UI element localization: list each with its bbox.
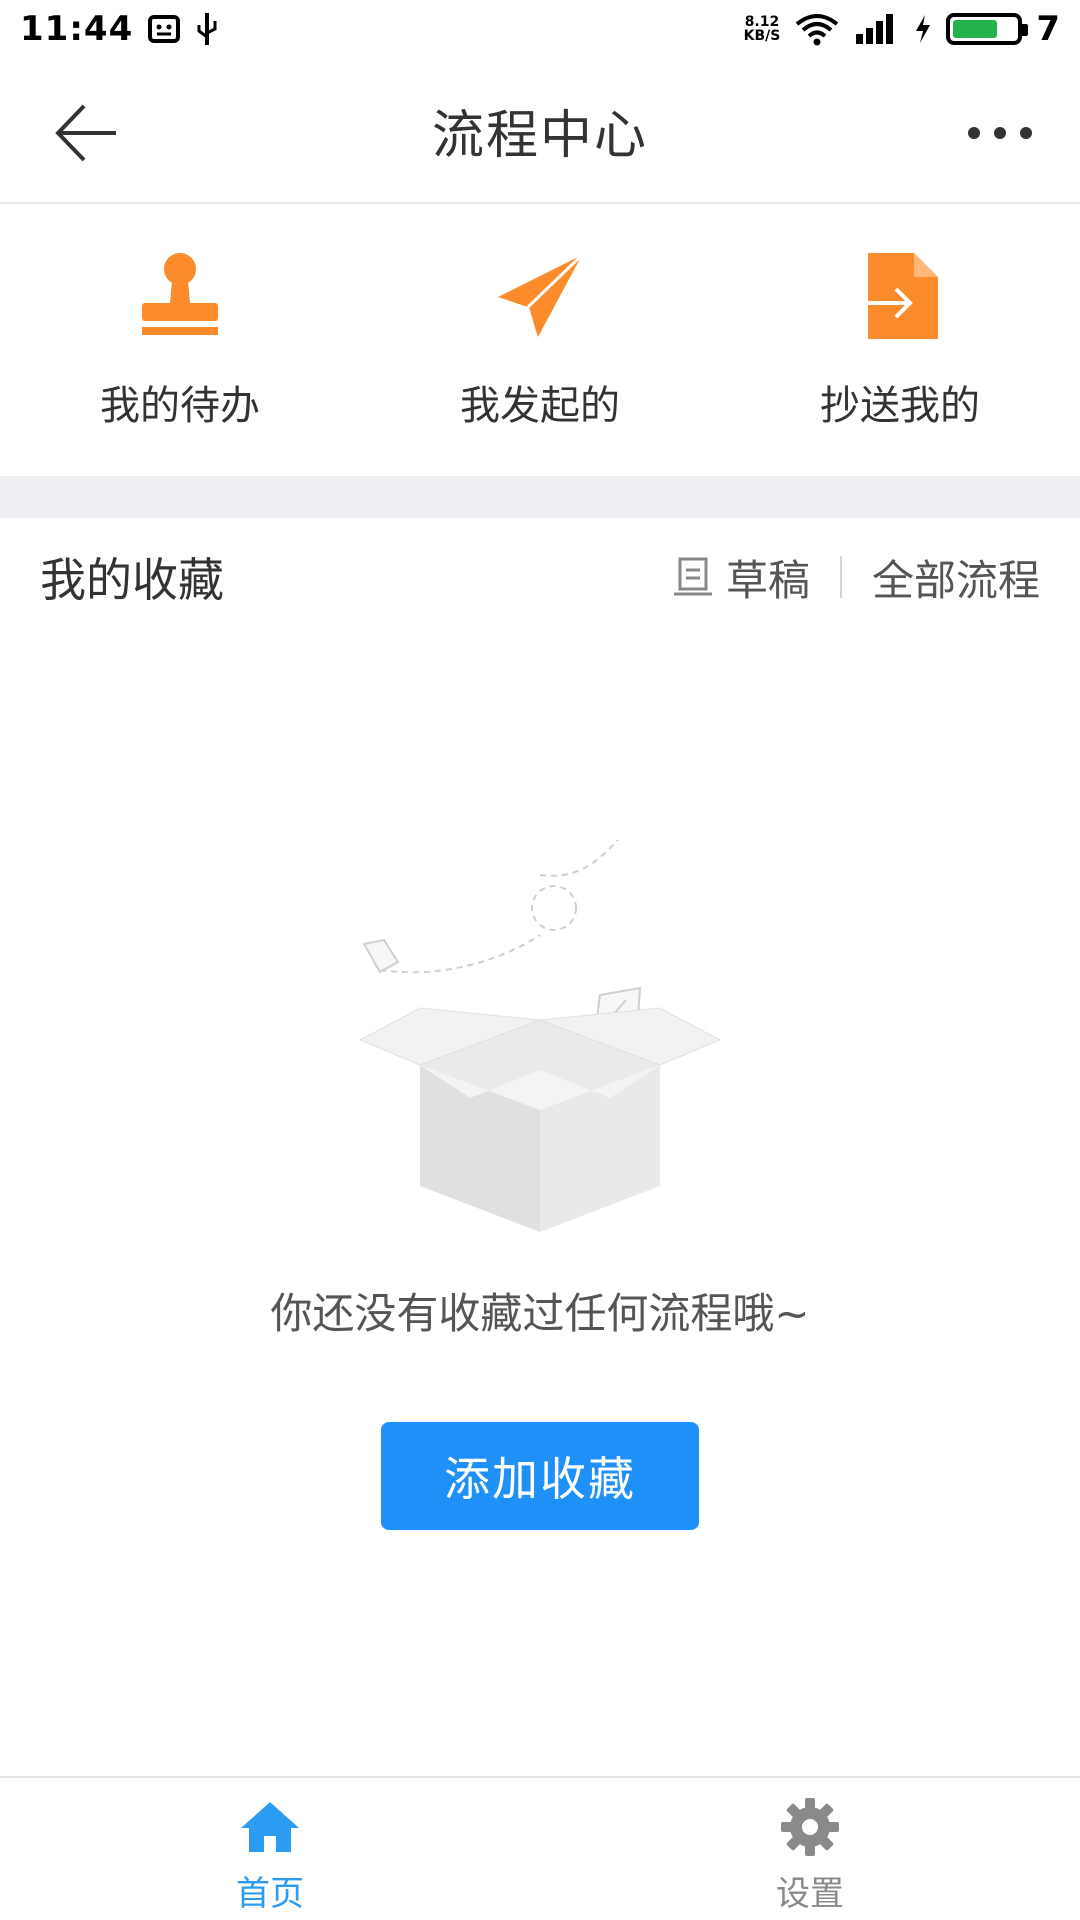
- page-title: 流程中心: [431, 105, 648, 166]
- back-arrow-icon: [55, 104, 116, 162]
- document-forward-icon: [858, 253, 938, 339]
- more-dots-icon: [1020, 127, 1032, 139]
- drafts-link[interactable]: 草稿: [672, 547, 810, 608]
- draft-icon: [673, 557, 712, 596]
- nav-label-home: 首页: [236, 1874, 304, 1914]
- battery-icon: [946, 13, 1029, 45]
- quick-entries: 我的待办 我发起的 抄送我的: [0, 204, 1080, 476]
- quick-entry-cc-me[interactable]: 抄送我的: [750, 249, 1050, 431]
- net-speed-unit: KB/S: [743, 28, 781, 44]
- signal-icon: [856, 14, 894, 44]
- wifi-icon: [796, 14, 839, 46]
- section-divider: [0, 476, 1080, 518]
- more-dots-icon: [994, 127, 1006, 139]
- nav-item-home[interactable]: 首页: [0, 1778, 540, 1920]
- stamp-icon: [142, 253, 218, 335]
- quick-entry-label: 我的待办: [100, 383, 260, 429]
- empty-state-text: 你还没有收藏过任何流程哦~: [270, 1289, 810, 1338]
- drafts-label: 草稿: [725, 555, 810, 605]
- usb-icon: [197, 13, 217, 45]
- back-button[interactable]: [52, 98, 122, 168]
- battery-fill: [953, 20, 997, 38]
- charging-icon: [916, 15, 931, 43]
- nav-item-settings[interactable]: 设置: [540, 1778, 1080, 1920]
- add-favorite-button[interactable]: 添加收藏: [381, 1422, 699, 1530]
- nav-label-settings: 设置: [776, 1874, 844, 1914]
- quick-entry-my-todo[interactable]: 我的待办: [30, 249, 330, 431]
- more-button[interactable]: [960, 98, 1040, 168]
- status-left: 11:44: [20, 9, 219, 49]
- battery-level: 7: [1036, 9, 1060, 49]
- favorites-actions: 草稿 全部流程: [672, 547, 1040, 608]
- status-time: 11:44: [20, 9, 134, 49]
- quick-entry-label: 我发起的: [460, 383, 620, 429]
- favorites-header: 我的收藏 草稿 全部流程: [0, 518, 1080, 636]
- paper-plane-icon: [498, 253, 584, 337]
- more-dots-icon: [968, 127, 980, 139]
- home-icon: [241, 1802, 299, 1852]
- net-speed: 8.12 KB/S: [744, 15, 781, 43]
- status-right: 8.12 KB/S 7: [744, 9, 1060, 49]
- favorites-title: 我的收藏: [40, 553, 224, 607]
- quick-entry-label: 抄送我的: [820, 383, 980, 429]
- actions-separator: [839, 556, 842, 598]
- bottom-nav: 首页 设置: [0, 1776, 1080, 1920]
- all-processes-link[interactable]: 全部流程: [872, 547, 1040, 608]
- settings-icon: [781, 1798, 839, 1856]
- screen: 11:44 8.12 KB/S 7 流程中心 我的待办 我发起的 抄送我的 我的…: [0, 0, 1080, 1920]
- notification-icon: [148, 15, 181, 43]
- net-speed-value: 8.12: [744, 14, 780, 30]
- quick-entry-initiated[interactable]: 我发起的: [390, 249, 690, 431]
- status-bar: 11:44 8.12 KB/S 7: [0, 0, 1080, 58]
- app-header: 流程中心: [0, 58, 1080, 204]
- empty-box-illustration: [358, 840, 722, 1232]
